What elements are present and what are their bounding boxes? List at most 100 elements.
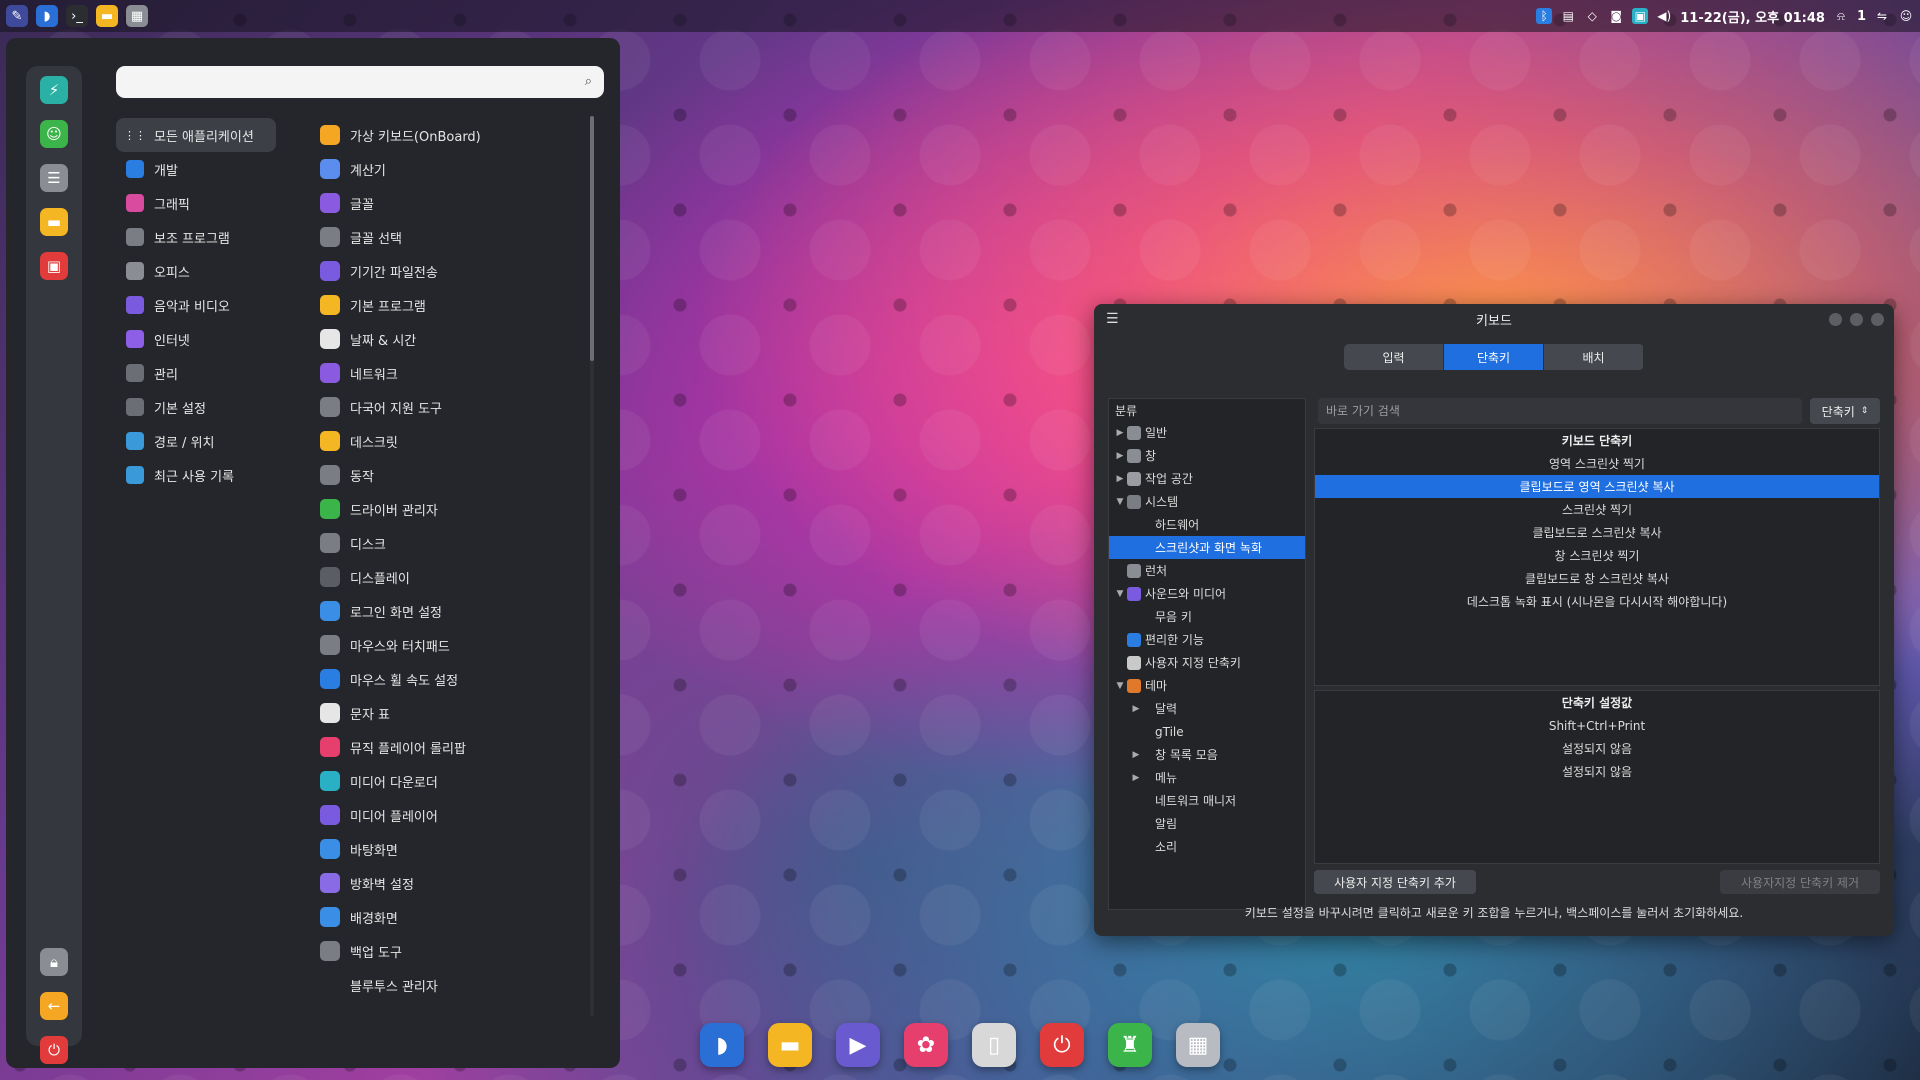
app-item[interactable]: 방화벽 설정 [312, 866, 582, 900]
app-item[interactable]: 마우스 휠 속도 설정 [312, 662, 582, 696]
music-player-icon[interactable]: ✿ [904, 1023, 948, 1067]
app-item[interactable]: 디스크 [312, 526, 582, 560]
app-item[interactable]: 데스크릿 [312, 424, 582, 458]
app-item[interactable]: 디스플레이 [312, 560, 582, 594]
expand-down-icon[interactable]: ▼ [1113, 589, 1127, 599]
category-item[interactable]: 최근 사용 기록 [116, 458, 276, 492]
tree-item[interactable]: ▼ 사운드와 미디어 [1109, 582, 1305, 605]
expand-right-icon[interactable]: ▶ [1129, 750, 1143, 760]
minimize-button[interactable] [1829, 313, 1842, 326]
tree-item[interactable]: 편리한 기능 [1109, 628, 1305, 651]
shortcut-item[interactable]: 영역 스크린샷 찍기 [1315, 452, 1879, 475]
tree-item[interactable]: 런처 [1109, 559, 1305, 582]
shortcut-filter-select[interactable]: 단축키 ⇕ [1810, 398, 1880, 424]
app-item[interactable]: 로그인 화면 설정 [312, 594, 582, 628]
tree-item[interactable]: gTile [1109, 720, 1305, 743]
tab-layout[interactable]: 배치 [1544, 344, 1644, 370]
tree-item[interactable]: ▼ 테마 [1109, 674, 1305, 697]
search-input[interactable] [116, 66, 604, 98]
volume-icon[interactable]: ◀) [1656, 8, 1672, 24]
app-item[interactable]: 가상 키보드(OnBoard) [312, 118, 582, 152]
app-item[interactable]: 날짜 & 시간 [312, 322, 582, 356]
shortcut-item[interactable]: 클립보드로 영역 스크린샷 복사 [1315, 475, 1879, 498]
tree-item[interactable]: 사용자 지정 단축키 [1109, 651, 1305, 674]
category-item[interactable]: 관리 [116, 356, 276, 390]
app-item[interactable]: 네트워크 [312, 356, 582, 390]
tree-item[interactable]: 네트워크 매니저 [1109, 789, 1305, 812]
notification-icon[interactable]: ⍾ [1833, 8, 1849, 24]
menu-search[interactable]: ⌕ [116, 66, 604, 98]
trash-icon[interactable]: ▯ [972, 1023, 1016, 1067]
tree-item[interactable]: 알림 [1109, 812, 1305, 835]
category-item[interactable]: 개발 [116, 152, 276, 186]
close-button[interactable] [1871, 313, 1884, 326]
app-1-icon[interactable]: ⚡ [40, 76, 68, 104]
power-icon[interactable]: ⏻ [1040, 1023, 1084, 1067]
app-item[interactable]: 바탕화면 [312, 832, 582, 866]
app-item[interactable]: 문자 표 [312, 696, 582, 730]
clock[interactable]: 11-22(금), 오후 01:48 [1680, 7, 1825, 26]
camera-icon[interactable]: ◙ [1608, 8, 1624, 24]
add-custom-shortcut-button[interactable]: 사용자 지정 단축키 추가 [1314, 870, 1476, 894]
binding-item[interactable]: 설정되지 않음 [1315, 760, 1879, 783]
files-icon[interactable]: ▬ [768, 1023, 812, 1067]
expand-right-icon[interactable]: ▶ [1113, 451, 1127, 461]
tree-item[interactable]: ▶ 작업 공간 [1109, 467, 1305, 490]
expand-right-icon[interactable]: ▶ [1129, 704, 1143, 714]
maximize-button[interactable] [1850, 313, 1863, 326]
app-item[interactable]: 글꼴 선택 [312, 220, 582, 254]
shortcut-item[interactable]: 클립보드로 스크린샷 복사 [1315, 521, 1879, 544]
expand-right-icon[interactable]: ▶ [1129, 773, 1143, 783]
terminal-icon[interactable]: ›_ [66, 5, 88, 27]
shield-icon[interactable]: ◇ [1584, 8, 1600, 24]
binding-item[interactable]: 설정되지 않음 [1315, 737, 1879, 760]
bluetooth-icon[interactable]: ᛒ [1536, 8, 1553, 24]
media-player-icon[interactable]: ▶ [836, 1023, 880, 1067]
menu-scrollbar[interactable] [590, 116, 594, 1016]
shortcut-search-input[interactable] [1318, 398, 1802, 424]
remove-custom-shortcut-button[interactable]: 사용자지정 단축키 제거 [1720, 870, 1880, 894]
app-item[interactable]: 드라이버 관리자 [312, 492, 582, 526]
files-icon[interactable]: ▬ [96, 5, 118, 27]
category-item[interactable]: ⋮⋮ 모든 애플리케이션 [116, 118, 276, 152]
tab-shortcuts[interactable]: 단축키 [1444, 344, 1544, 370]
shortcut-item[interactable]: 클립보드로 창 스크린샷 복사 [1315, 567, 1879, 590]
app-item[interactable]: 동작 [312, 458, 582, 492]
app-item[interactable]: 뮤직 플레이어 롤리팝 [312, 730, 582, 764]
clipboard-icon[interactable]: ▤ [1560, 8, 1576, 24]
shortcut-item[interactable]: 창 스크린샷 찍기 [1315, 544, 1879, 567]
app-item[interactable]: 기기간 파일전송 [312, 254, 582, 288]
binding-item[interactable]: Shift+Ctrl+Print [1315, 714, 1879, 737]
tree-item[interactable]: ▶ 일반 [1109, 421, 1305, 444]
category-item[interactable]: 음악과 비디오 [116, 288, 276, 322]
tree-item[interactable]: ▶ 달력 [1109, 697, 1305, 720]
tab-input[interactable]: 입력 [1344, 344, 1444, 370]
user-icon[interactable]: ☺ [1898, 8, 1914, 24]
browser-icon[interactable]: ◗ [36, 5, 58, 27]
tree-item[interactable]: 하드웨어 [1109, 513, 1305, 536]
lock-icon[interactable]: 🔒︎ [40, 948, 68, 976]
app-grid-icon[interactable]: ▦ [126, 5, 148, 27]
window-titlebar[interactable]: ☰ 키보드 [1094, 304, 1894, 334]
app-item[interactable]: 다국어 지원 도구 [312, 390, 582, 424]
category-item[interactable]: 경로 / 위치 [116, 424, 276, 458]
category-item[interactable]: 기본 설정 [116, 390, 276, 424]
app-item[interactable]: 백업 도구 [312, 934, 582, 968]
expand-right-icon[interactable]: ▶ [1113, 428, 1127, 438]
menu-scrollbar-thumb[interactable] [590, 116, 594, 361]
store-icon[interactable]: ♜ [1108, 1023, 1152, 1067]
tree-item[interactable]: 소리 [1109, 835, 1305, 858]
expand-right-icon[interactable]: ▶ [1113, 474, 1127, 484]
category-item[interactable]: 오피스 [116, 254, 276, 288]
tree-item[interactable]: ▶ 창 목록 모음 [1109, 743, 1305, 766]
settings-icon[interactable]: ☰ [40, 164, 68, 192]
category-item[interactable]: 그래픽 [116, 186, 276, 220]
tree-item[interactable]: 스크린샷과 화면 녹화 [1109, 536, 1305, 559]
user-admin-icon[interactable]: ☺ [40, 120, 68, 148]
shortcut-item[interactable]: 스크린샷 찍기 [1315, 498, 1879, 521]
tree-item[interactable]: 무음 키 [1109, 605, 1305, 628]
monitor-icon[interactable]: ▣ [1632, 8, 1649, 24]
tree-item[interactable]: ▼ 시스템 [1109, 490, 1305, 513]
expand-down-icon[interactable]: ▼ [1113, 497, 1127, 507]
tree-item[interactable]: ▶ 창 [1109, 444, 1305, 467]
